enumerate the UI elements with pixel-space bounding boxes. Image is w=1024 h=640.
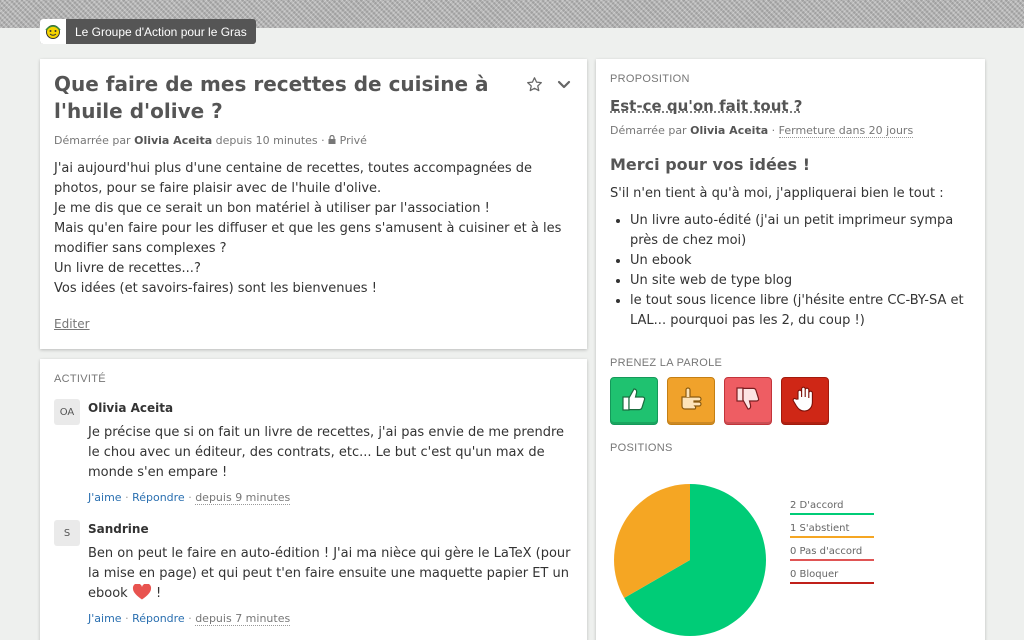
speak-label: PRENEZ LA PAROLE: [610, 357, 723, 369]
positions-label: POSITIONS: [610, 442, 673, 454]
proposal-meta: Démarrée par Olivia Aceita · Fermeture d…: [610, 124, 914, 138]
comment-time[interactable]: depuis 9 minutes: [195, 491, 291, 505]
proposal-closing[interactable]: Fermeture dans 20 jours: [778, 124, 914, 138]
group-logo-icon: [40, 19, 66, 44]
proposal-title[interactable]: Est-ce qu'on fait tout ?: [610, 97, 971, 115]
star-icon[interactable]: [526, 76, 543, 97]
hand-flat-icon: [676, 384, 706, 418]
proposal-list: Un livre auto-édité (j'ai un petit impri…: [610, 211, 971, 331]
activity-card: ACTIVITÉ OA Olivia Aceita Je précise que…: [40, 359, 587, 640]
activity-label: ACTIVITÉ: [54, 373, 106, 385]
positions-legend: 2 D'accord 1 S'abstient 0 Pas d'accord 0…: [790, 500, 874, 592]
vote-disagree-button[interactable]: [724, 377, 772, 425]
legend-block: 0 Bloquer: [790, 569, 874, 584]
proposal-heading: Merci pour vos idées !: [610, 155, 811, 174]
thumbs-down-icon: [733, 384, 763, 418]
reply-link[interactable]: Répondre: [132, 612, 185, 625]
edit-link[interactable]: Editer: [54, 317, 90, 331]
legend-abstain: 1 S'abstient: [790, 523, 874, 538]
comment-text: Je précise que si on fait un livre de re…: [88, 425, 565, 480]
comment-actions: J'aime · Répondre · depuis 9 minutes: [88, 491, 291, 505]
comment-item: OA Olivia Aceita Je précise que si on fa…: [54, 399, 573, 505]
chevron-down-icon[interactable]: [557, 76, 571, 97]
comment-text: Ben on peut le faire en auto-édition ! J…: [88, 546, 571, 601]
list-item: Un ebook: [630, 251, 971, 271]
like-link[interactable]: J'aime: [88, 491, 122, 504]
vote-abstain-button[interactable]: [667, 377, 715, 425]
discussion-meta: Démarrée par Olivia Aceita depuis 10 min…: [54, 134, 367, 147]
legend-disagree: 0 Pas d'accord: [790, 546, 874, 561]
positions-pie: [614, 484, 766, 636]
comment-time[interactable]: depuis 7 minutes: [195, 612, 291, 626]
positions-chart: 2 D'accord 1 S'abstient 0 Pas d'accord 0…: [610, 484, 970, 640]
proposal-intro: S'il n'en tient à qu'à moi, j'appliquera…: [610, 186, 944, 201]
vote-buttons: [610, 377, 971, 425]
discussion-card: Que faire de mes recettes de cuisine à l…: [40, 59, 587, 349]
discussion-title: Que faire de mes recettes de cuisine à l…: [54, 72, 489, 123]
comment-author[interactable]: Olivia Aceita: [88, 401, 573, 415]
group-name[interactable]: Le Groupe d'Action pour le Gras: [75, 25, 247, 39]
heart-icon: [132, 583, 156, 601]
discussion-author[interactable]: Olivia Aceita: [134, 134, 212, 147]
proposal-card: PROPOSITION Est-ce qu'on fait tout ? Dém…: [596, 59, 985, 640]
comment-author[interactable]: Sandrine: [88, 522, 573, 536]
reply-link[interactable]: Répondre: [132, 491, 185, 504]
raised-hand-icon: [790, 384, 820, 418]
group-tag[interactable]: Le Groupe d'Action pour le Gras: [40, 19, 256, 44]
thumbs-up-icon: [619, 384, 649, 418]
list-item: Un site web de type blog: [630, 271, 971, 291]
vote-block-button[interactable]: [781, 377, 829, 425]
like-link[interactable]: J'aime: [88, 612, 122, 625]
comment-item: S Sandrine Ben on peut le faire en auto-…: [54, 520, 573, 626]
discussion-body: J'ai aujourd'hui plus d'une centaine de …: [54, 161, 562, 296]
avatar[interactable]: OA: [54, 399, 80, 425]
proposal-label: PROPOSITION: [610, 73, 690, 85]
lock-icon: [328, 134, 340, 147]
legend-agree: 2 D'accord: [790, 500, 874, 515]
privacy-label: Privé: [339, 134, 367, 147]
comment-actions: J'aime · Répondre · depuis 7 minutes: [88, 612, 291, 626]
proposal-author[interactable]: Olivia Aceita: [690, 124, 768, 137]
list-item: le tout sous licence libre (j'hésite ent…: [630, 291, 971, 331]
avatar[interactable]: S: [54, 520, 80, 546]
vote-agree-button[interactable]: [610, 377, 658, 425]
list-item: Un livre auto-édité (j'ai un petit impri…: [630, 211, 971, 251]
